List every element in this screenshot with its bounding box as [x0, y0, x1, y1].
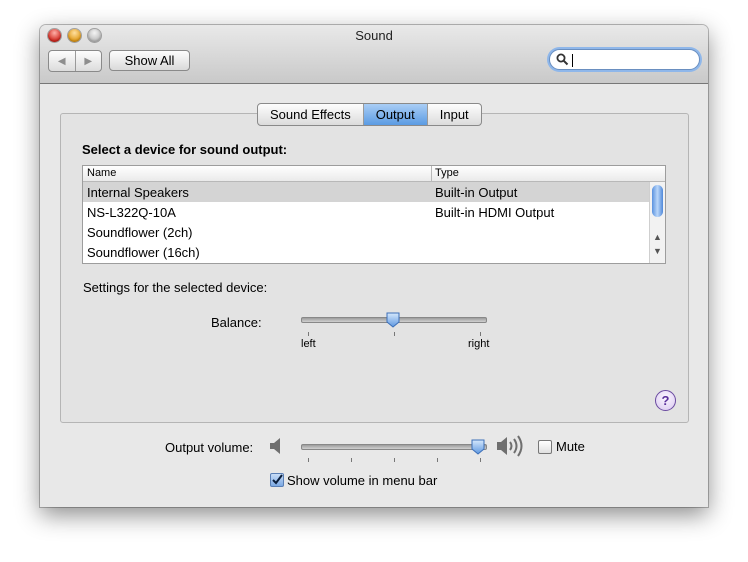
output-volume-label: Output volume:: [165, 440, 254, 455]
checkmark-icon: [272, 474, 283, 485]
back-forward-control: ◀ ▶: [48, 50, 102, 72]
column-header-name[interactable]: Name: [87, 167, 116, 179]
column-header-type[interactable]: Type: [435, 167, 459, 179]
text-caret: [572, 54, 573, 67]
balance-right-label: right: [468, 338, 490, 350]
mute-checkbox[interactable]: [538, 440, 552, 454]
vertical-scrollbar[interactable]: ▲ ▼: [649, 182, 665, 263]
volume-tick: [394, 458, 395, 462]
scroll-down-arrow-icon[interactable]: ▼: [653, 246, 662, 256]
volume-tick: [308, 458, 309, 462]
tab-sound-effects[interactable]: Sound Effects: [258, 104, 364, 125]
device-name: NS-L322Q-10A: [87, 205, 176, 220]
output-panel: [60, 113, 689, 423]
titlebar: Sound ◀ ▶ Show All: [40, 25, 708, 84]
device-row[interactable]: Internal Speakers Built-in Output: [83, 182, 649, 202]
column-divider: [431, 166, 432, 181]
sound-preferences-window: Sound ◀ ▶ Show All Sound Effects Output …: [40, 25, 708, 507]
window-title: Sound: [355, 28, 393, 43]
speaker-low-icon[interactable]: [269, 436, 285, 456]
select-device-heading: Select a device for sound output:: [82, 142, 288, 157]
device-row[interactable]: Soundflower (16ch): [83, 242, 649, 262]
speaker-high-icon[interactable]: [496, 433, 526, 459]
balance-slider-knob[interactable]: [386, 312, 400, 328]
scrollbar-thumb[interactable]: [652, 185, 663, 217]
tab-output[interactable]: Output: [363, 104, 428, 125]
forward-arrow-icon[interactable]: ▶: [76, 51, 102, 71]
balance-label: Balance:: [211, 315, 262, 330]
back-arrow-icon[interactable]: ◀: [49, 51, 76, 71]
device-name: Internal Speakers: [87, 185, 189, 200]
volume-tick: [437, 458, 438, 462]
search-input[interactable]: [549, 49, 700, 70]
show-all-button[interactable]: Show All: [109, 50, 190, 71]
device-row[interactable]: NS-L322Q-10A Built-in HDMI Output: [83, 202, 649, 222]
device-name: Soundflower (2ch): [87, 225, 193, 240]
balance-tick: [394, 332, 395, 336]
device-type: Built-in HDMI Output: [435, 205, 555, 220]
scroll-up-arrow-icon[interactable]: ▲: [653, 232, 662, 242]
mute-label[interactable]: Mute: [556, 439, 585, 454]
balance-tick: [480, 332, 481, 336]
table-header: Name Type: [83, 166, 665, 182]
balance-left-label: left: [301, 338, 316, 350]
search-icon: [556, 53, 569, 66]
volume-tick: [480, 458, 481, 462]
volume-tick: [351, 458, 352, 462]
device-type: Built-in Output: [435, 185, 518, 200]
volume-slider-knob[interactable]: [471, 439, 485, 455]
tab-bar: Sound Effects Output Input: [257, 103, 482, 126]
show-volume-label[interactable]: Show volume in menu bar: [287, 473, 437, 488]
balance-tick: [308, 332, 309, 336]
settings-heading: Settings for the selected device:: [83, 280, 268, 295]
show-volume-checkbox[interactable]: [270, 473, 284, 487]
device-row[interactable]: Soundflower (2ch): [83, 222, 649, 242]
tab-input[interactable]: Input: [428, 104, 481, 125]
volume-slider-track[interactable]: [301, 444, 487, 450]
device-name: Soundflower (16ch): [87, 245, 200, 260]
help-button[interactable]: ?: [655, 390, 676, 411]
device-table: Name Type Internal Speakers Built-in Out…: [82, 165, 666, 264]
